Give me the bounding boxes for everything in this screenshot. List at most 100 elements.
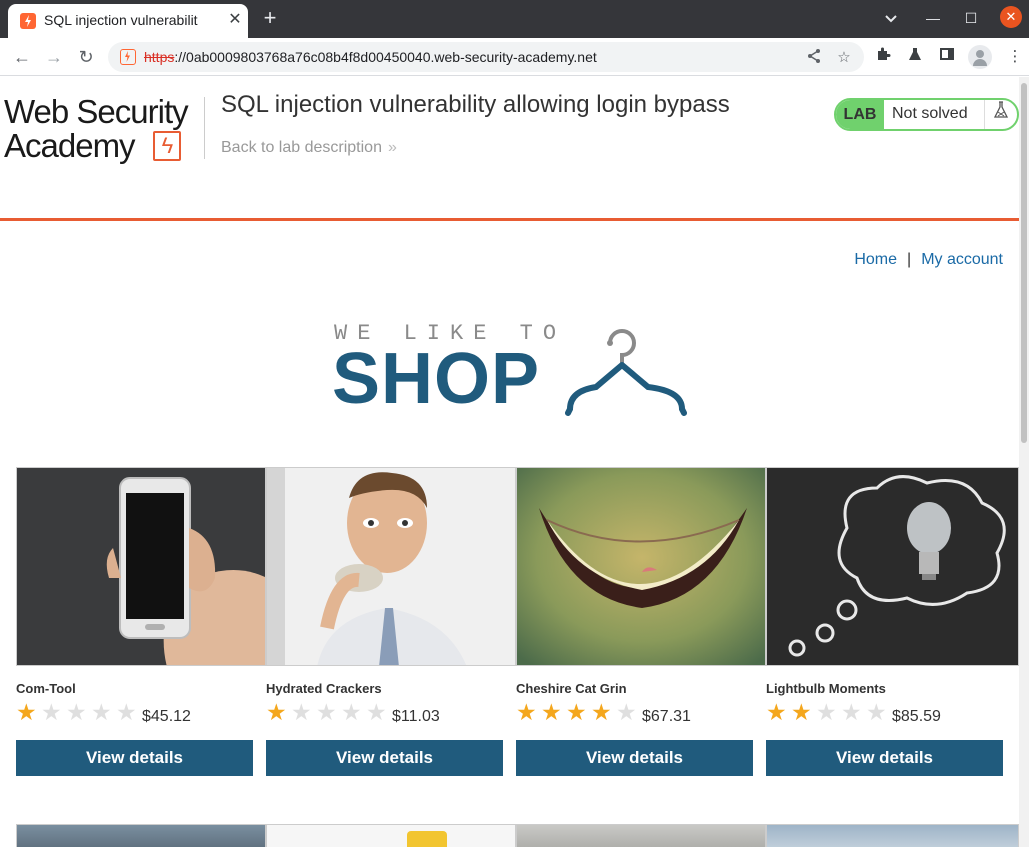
product-grid: Com-Tool ★ ★ ★ ★ ★ $45.12 View details H…	[16, 467, 1019, 787]
product-name: Lightbulb Moments	[766, 681, 886, 696]
back-link-label: Back to lab description	[221, 139, 382, 156]
product-card: Hydrated Crackers ★ ★ ★ ★ ★ $11.03 View deta…	[266, 467, 516, 787]
product-image-cheshire-cat-grin[interactable]	[516, 467, 766, 666]
browser-toolbar: ← → ↻ https://0ab0009803768a76c08b4f8d00…	[0, 38, 1029, 76]
product-name: Hydrated Crackers	[266, 681, 382, 696]
lab-title: SQL injection vulnerability allowing log…	[221, 91, 730, 118]
page-scrollbar[interactable]	[1019, 77, 1029, 847]
star-filled-icon: ★	[791, 699, 812, 725]
product-image-lightbulb-moments[interactable]	[766, 467, 1019, 666]
lab-status-widget: LAB Not solved	[834, 98, 1019, 131]
minimize-button[interactable]: —	[922, 7, 944, 29]
logo-line-1: Web Security	[4, 93, 189, 130]
share-icon[interactable]	[804, 48, 824, 68]
product-card: Lightbulb Moments ★ ★ ★ ★ ★ $85.59 View deta…	[766, 467, 1019, 787]
yellow-object-shape	[407, 831, 447, 847]
star-empty-icon: ★	[816, 699, 837, 725]
star-empty-icon: ★	[41, 699, 62, 725]
tab-title-fade	[198, 10, 224, 32]
tab-close-icon[interactable]: ✕	[226, 11, 244, 29]
star-empty-icon: ★	[116, 699, 137, 725]
shop-banner: WE LIKE TO SHOP	[332, 317, 692, 417]
star-empty-icon: ★	[341, 699, 362, 725]
page-viewport: Web Security Academy ϟ SQL injection vul…	[0, 77, 1019, 847]
product-image-com-tool[interactable]	[16, 467, 266, 666]
clothes-hanger-icon	[565, 329, 687, 416]
product-grid-row-2	[16, 824, 1019, 847]
product-card: Cheshire Cat Grin ★ ★ ★ ★ ★ $67.31 View deta…	[516, 467, 766, 787]
back-arrow-icon[interactable]: ←	[10, 45, 34, 69]
browser-tab-active[interactable]: SQL injection vulnerabilit ✕	[8, 4, 248, 38]
product-rating: ★ ★ ★ ★ ★	[16, 701, 141, 725]
star-empty-icon: ★	[616, 699, 637, 725]
product-image-partial[interactable]	[16, 824, 266, 847]
profile-avatar-icon[interactable]	[968, 45, 992, 69]
lab-status-text: Not solved	[892, 105, 968, 122]
product-image-partial[interactable]	[766, 824, 1019, 847]
product-price: $11.03	[392, 708, 440, 725]
product-name: Cheshire Cat Grin	[516, 681, 627, 696]
star-filled-icon: ★	[266, 699, 287, 725]
product-image-partial[interactable]	[266, 824, 516, 847]
header-divider	[204, 97, 205, 159]
product-rating: ★ ★ ★ ★ ★	[266, 701, 391, 725]
star-empty-icon: ★	[366, 699, 387, 725]
product-image-partial[interactable]	[516, 824, 766, 847]
side-panel-icon[interactable]	[936, 46, 958, 68]
product-price: $85.59	[892, 708, 941, 725]
bookmark-star-icon[interactable]: ☆	[834, 48, 854, 68]
star-filled-icon: ★	[16, 699, 37, 725]
url-rest: ://0ab0009803768a76c08b4f8d00450040.web-…	[174, 49, 597, 65]
home-link[interactable]: Home	[854, 251, 897, 268]
site-info-icon[interactable]	[120, 49, 136, 65]
forward-arrow-icon[interactable]: →	[42, 45, 66, 69]
back-to-lab-description-link[interactable]: Back to lab description »	[221, 139, 397, 157]
product-image-hydrated-crackers[interactable]	[266, 467, 516, 666]
product-rating: ★ ★ ★ ★ ★	[516, 701, 641, 725]
address-bar[interactable]: https://0ab0009803768a76c08b4f8d00450040…	[108, 42, 864, 72]
window-close-button[interactable]: ✕	[1000, 6, 1022, 28]
tab-title: SQL injection vulnerabilit	[44, 12, 198, 28]
my-account-link[interactable]: My account	[921, 251, 1003, 268]
url-text[interactable]: https://0ab0009803768a76c08b4f8d00450040…	[144, 49, 597, 65]
star-empty-icon: ★	[91, 699, 112, 725]
web-security-academy-logo[interactable]: Web Security Academy ϟ	[4, 95, 200, 169]
banner-title: SHOP	[332, 339, 541, 419]
url-scheme: https	[144, 49, 175, 65]
extensions-puzzle-icon[interactable]	[872, 46, 894, 68]
star-empty-icon: ★	[866, 699, 887, 725]
product-name: Com-Tool	[16, 681, 76, 696]
product-price: $45.12	[142, 708, 191, 725]
reload-icon[interactable]: ↻	[74, 45, 98, 69]
product-card: Com-Tool ★ ★ ★ ★ ★ $45.12 View details	[16, 467, 266, 787]
view-details-button[interactable]: View details	[516, 740, 753, 776]
star-filled-icon: ★	[766, 699, 787, 725]
account-navigation: Home | My account	[854, 251, 1003, 269]
lab-badge: LAB	[836, 100, 884, 129]
star-empty-icon: ★	[66, 699, 87, 725]
flask-icon	[984, 100, 1017, 129]
scrollbar-thumb[interactable]	[1021, 83, 1027, 443]
labs-flask-icon[interactable]	[904, 46, 926, 68]
view-details-button[interactable]: View details	[766, 740, 1003, 776]
tab-search-chevron-down-icon[interactable]	[880, 7, 902, 29]
product-rating: ★ ★ ★ ★ ★	[766, 701, 891, 725]
double-chevron-right-icon: »	[387, 139, 397, 156]
portswigger-favicon-icon	[20, 13, 36, 29]
academy-header: Web Security Academy ϟ SQL injection vul…	[0, 77, 1019, 221]
view-details-button[interactable]: View details	[266, 740, 503, 776]
star-filled-icon: ★	[566, 699, 587, 725]
new-tab-button[interactable]: +	[258, 6, 282, 30]
browser-tab-bar: SQL injection vulnerabilit ✕ + — ☐ ✕	[0, 0, 1029, 38]
menu-kebab-icon[interactable]: ⋮	[1004, 46, 1026, 68]
product-price: $67.31	[642, 708, 691, 725]
nav-separator: |	[907, 251, 912, 268]
logo-bolt-icon: ϟ	[153, 131, 181, 161]
view-details-button[interactable]: View details	[16, 740, 253, 776]
star-empty-icon: ★	[291, 699, 312, 725]
star-filled-icon: ★	[516, 699, 537, 725]
star-filled-icon: ★	[541, 699, 562, 725]
star-empty-icon: ★	[841, 699, 862, 725]
maximize-button[interactable]: ☐	[960, 7, 982, 29]
star-empty-icon: ★	[316, 699, 337, 725]
